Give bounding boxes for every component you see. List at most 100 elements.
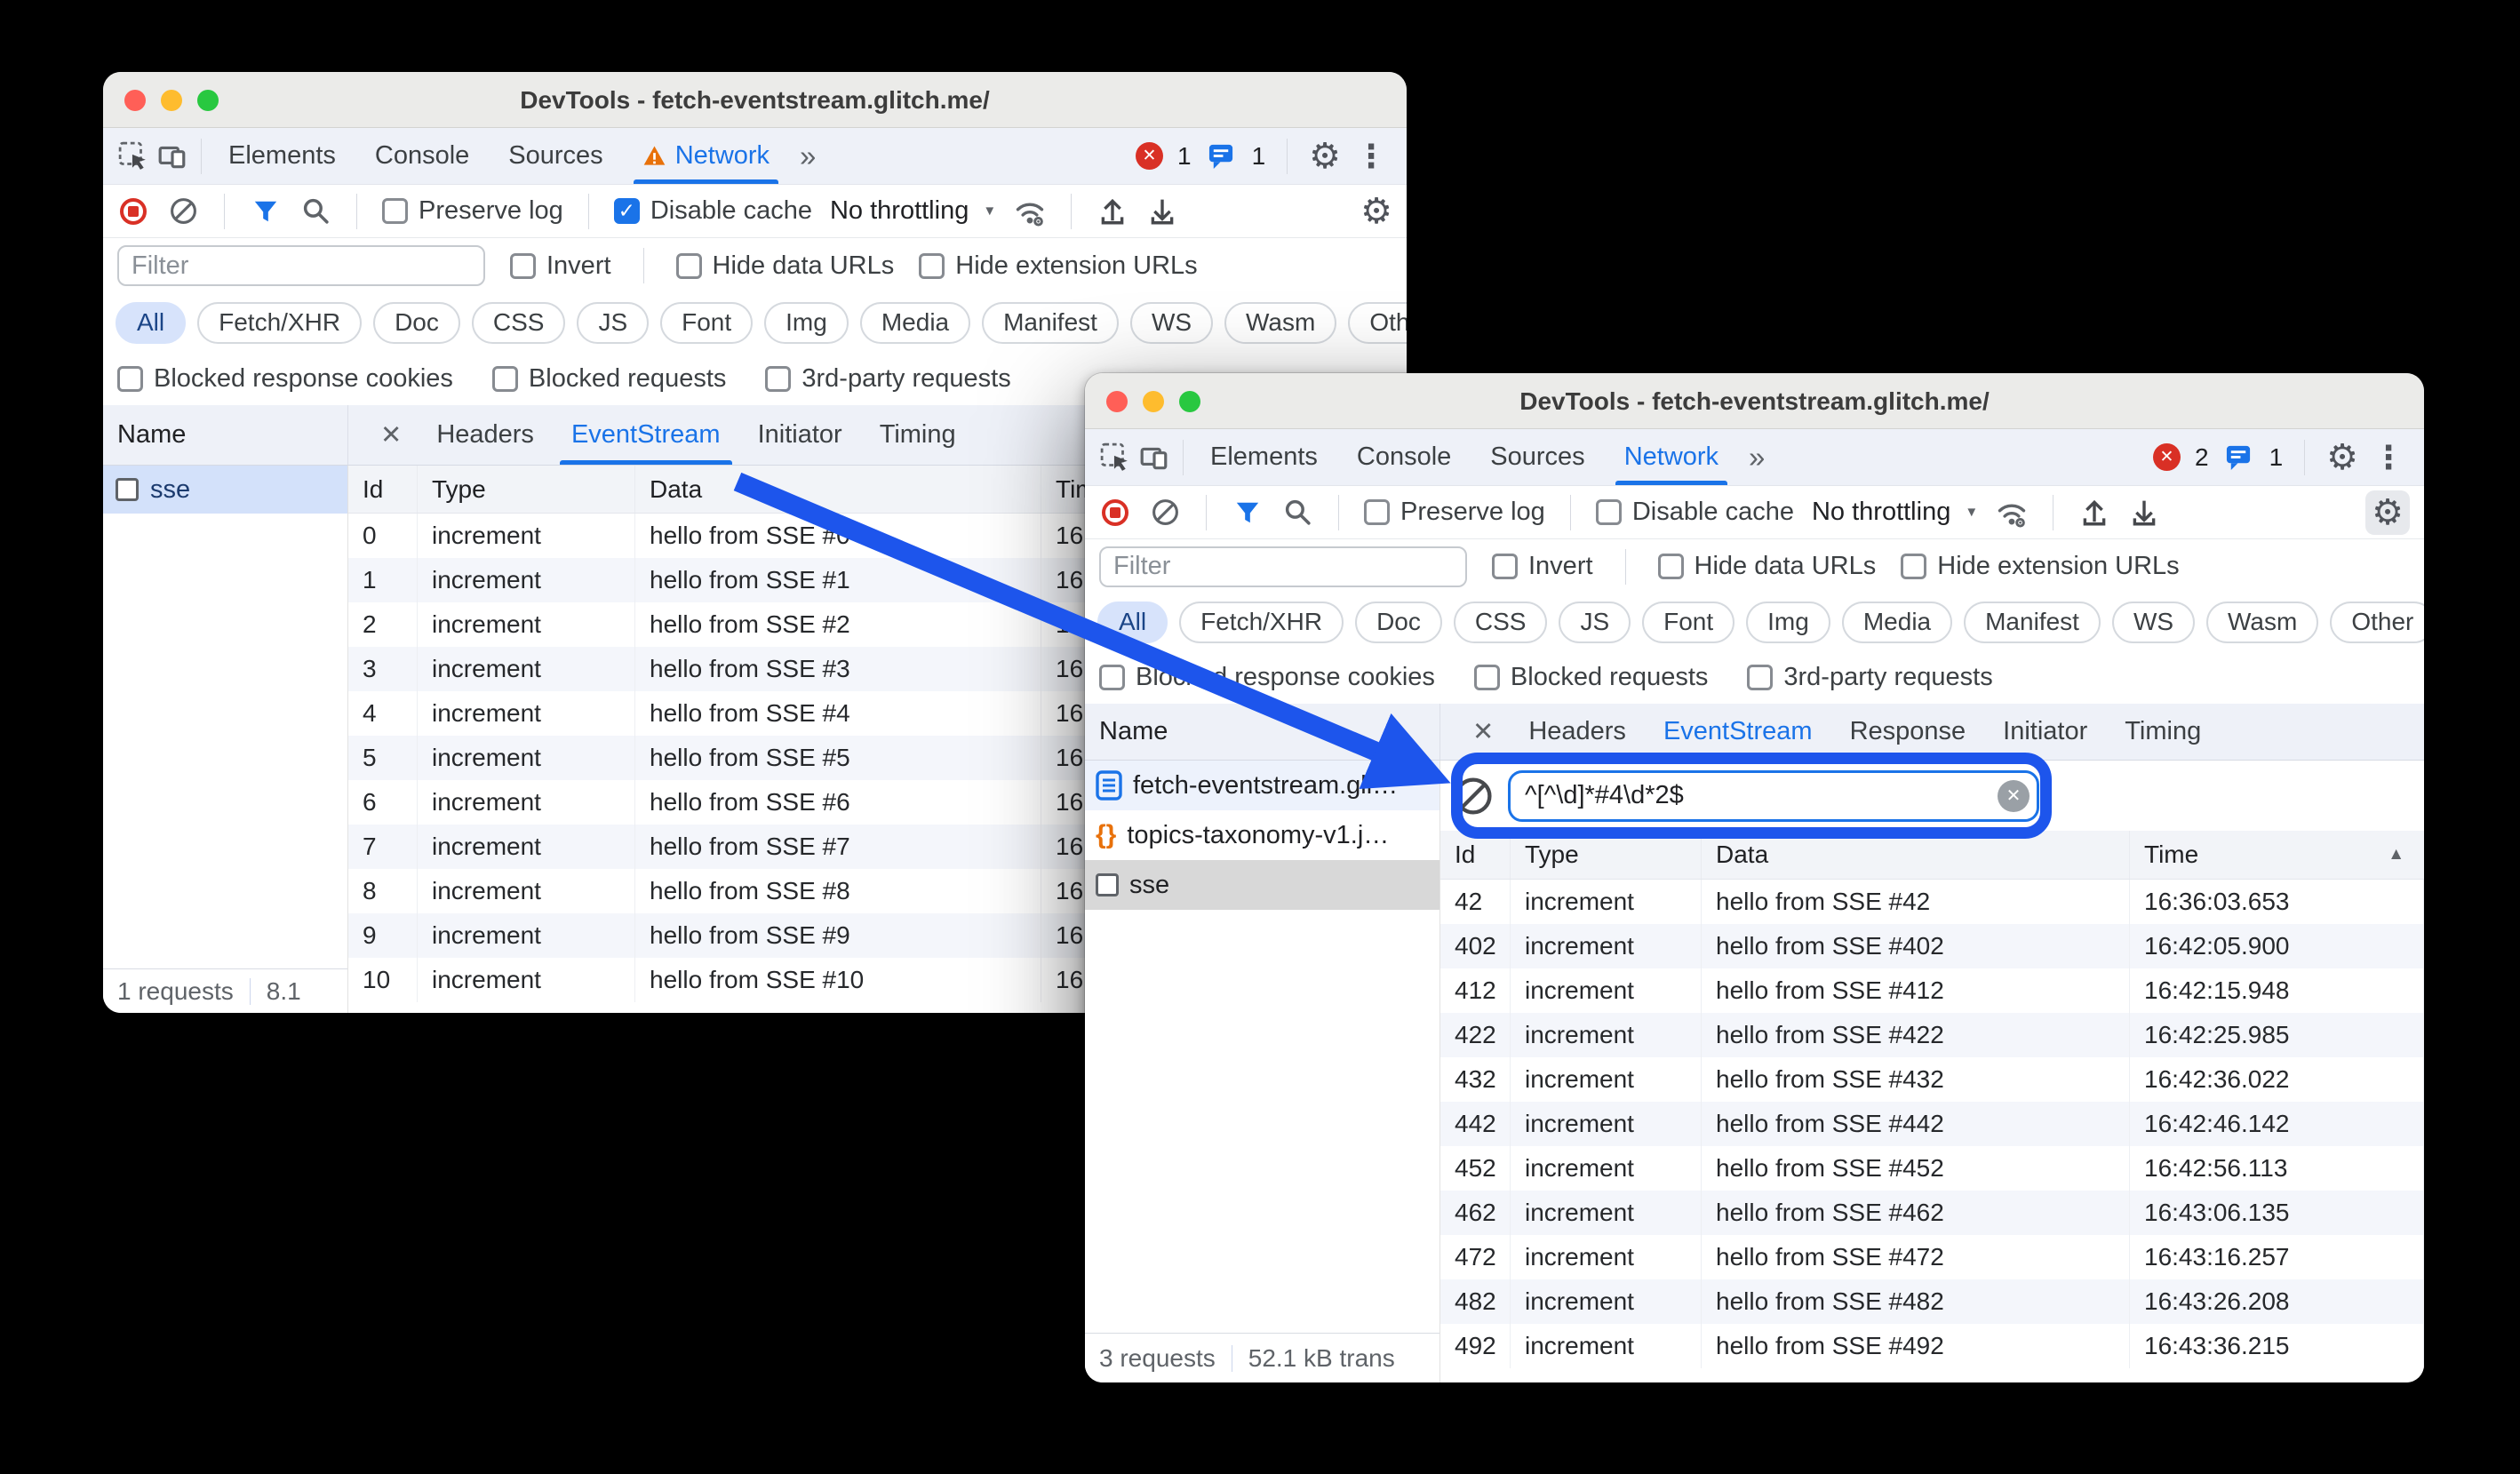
filter-chip[interactable]: Font (1642, 601, 1735, 643)
devtools-tab[interactable]: Console (1337, 429, 1471, 485)
request-row-document[interactable]: fetch-eventstream.gli… (1085, 761, 1439, 810)
filter-chip[interactable]: Wasm (1224, 301, 1337, 344)
inspect-element-icon[interactable] (1099, 442, 1131, 474)
filter-icon[interactable] (250, 195, 282, 227)
invert-checkbox[interactable]: Invert (510, 251, 611, 281)
filter-chip[interactable]: Other (1348, 301, 1407, 344)
search-icon[interactable] (1281, 497, 1313, 529)
detail-tab[interactable]: Headers (1510, 704, 1645, 760)
filter-chip[interactable]: Fetch/XHR (197, 301, 363, 344)
detail-tab[interactable]: Initiator (1984, 704, 2106, 760)
col-data[interactable]: Data (635, 466, 1041, 513)
blocked-filter-checkbox[interactable]: Blocked response cookies (117, 364, 453, 394)
block-icon[interactable] (1453, 776, 1494, 817)
filter-chip[interactable]: Media (859, 301, 971, 344)
devtools-tab[interactable]: Network (623, 128, 789, 184)
filter-chip[interactable]: Doc (373, 301, 460, 344)
clear-network-log-icon[interactable] (167, 195, 199, 227)
invert-checkbox[interactable]: Invert (1492, 552, 1593, 581)
eventstream-row[interactable]: 422 increment hello from SSE #422 16:42:… (1440, 1013, 2424, 1057)
search-icon[interactable] (299, 195, 331, 227)
network-conditions-icon[interactable] (1996, 497, 2028, 529)
col-id[interactable]: Id (348, 466, 418, 513)
col-id[interactable]: Id (1440, 831, 1511, 879)
filter-chip[interactable]: Img (1746, 601, 1830, 643)
eventstream-row[interactable]: 462 increment hello from SSE #462 16:43:… (1440, 1191, 2424, 1235)
filter-input[interactable] (1099, 546, 1467, 587)
throttling-select[interactable]: No throttling ▼ (830, 196, 996, 226)
issues-icon[interactable] (1206, 140, 1238, 172)
filter-chip[interactable]: WS (2111, 601, 2196, 643)
detail-tab[interactable]: Timing (2106, 704, 2220, 760)
disable-cache-checkbox[interactable]: Disable cache (613, 196, 812, 226)
hide-extension-urls-checkbox[interactable]: Hide extension URLs (1901, 552, 2180, 581)
detail-tab[interactable]: Initiator (739, 405, 861, 465)
detail-tab[interactable]: Response (1831, 704, 1985, 760)
col-time[interactable]: Time ▲ (2130, 831, 2424, 879)
blocked-filter-checkbox[interactable]: 3rd-party requests (1747, 663, 1993, 692)
hide-extension-urls-checkbox[interactable]: Hide extension URLs (919, 251, 1198, 281)
eventstream-row[interactable]: 482 increment hello from SSE #482 16:43:… (1440, 1279, 2424, 1324)
filter-chip[interactable]: Manifest (982, 301, 1119, 344)
filter-chip[interactable]: Other (2330, 601, 2424, 643)
devtools-tab[interactable]: Elements (1191, 429, 1337, 485)
close-detail-icon[interactable]: ✕ (1456, 704, 1510, 760)
issues-icon[interactable] (2223, 442, 2255, 474)
detail-tab[interactable]: EventStream (1645, 704, 1831, 760)
inspect-element-icon[interactable] (117, 140, 149, 172)
eventstream-row[interactable]: 42 increment hello from SSE #42 16:36:03… (1440, 880, 2424, 924)
filter-chip[interactable]: All (1097, 601, 1168, 643)
devtools-tab[interactable]: Network (1605, 429, 1738, 485)
request-row-sse[interactable]: sse (1085, 860, 1439, 910)
devtools-tab[interactable]: Console (355, 128, 489, 184)
settings-gear-icon[interactable]: ⚙ (1309, 139, 1341, 174)
more-options-icon[interactable]: ⋮ (1355, 139, 1387, 172)
device-toolbar-icon[interactable] (156, 140, 188, 172)
filter-chip[interactable]: CSS (1453, 601, 1548, 643)
filter-chip[interactable]: WS (1129, 301, 1214, 344)
blocked-filter-checkbox[interactable]: Blocked response cookies (1099, 663, 1435, 692)
detail-tab[interactable]: Headers (418, 405, 553, 465)
blocked-filter-checkbox[interactable]: Blocked requests (1473, 663, 1708, 692)
devtools-tab[interactable]: » (789, 128, 826, 184)
record-network-log-icon[interactable] (117, 195, 149, 227)
export-har-icon[interactable] (2128, 497, 2160, 529)
filter-chip[interactable]: Wasm (2206, 601, 2319, 643)
record-network-log-icon[interactable] (1099, 497, 1131, 529)
titlebar[interactable]: DevTools - fetch-eventstream.glitch.me/ (103, 72, 1407, 128)
name-column-header[interactable]: Name (103, 405, 348, 465)
detail-tab[interactable]: EventStream (553, 405, 739, 465)
filter-chip[interactable]: JS (1559, 601, 1631, 643)
clear-filter-icon[interactable]: ✕ (1998, 779, 2030, 812)
export-har-icon[interactable] (1146, 195, 1178, 227)
filter-chip[interactable]: CSS (471, 301, 566, 344)
filter-chip[interactable]: Doc (1355, 601, 1442, 643)
hide-data-urls-checkbox[interactable]: Hide data URLs (675, 251, 894, 281)
eventstream-regex-filter-input[interactable] (1508, 769, 2039, 822)
blocked-filter-checkbox[interactable]: Blocked requests (491, 364, 726, 394)
devtools-tab[interactable]: » (1738, 429, 1775, 485)
filter-chip[interactable]: Manifest (1964, 601, 2101, 643)
import-har-icon[interactable] (2078, 497, 2110, 529)
filter-chip[interactable]: Img (764, 301, 849, 344)
close-detail-icon[interactable]: ✕ (364, 405, 418, 465)
network-conditions-icon[interactable] (1014, 195, 1046, 227)
blocked-filter-checkbox[interactable]: 3rd-party requests (765, 364, 1011, 394)
request-row-sse[interactable]: sse (103, 466, 347, 514)
titlebar[interactable]: DevTools - fetch-eventstream.glitch.me/ (1085, 373, 2424, 429)
eventstream-row[interactable]: 472 increment hello from SSE #472 16:43:… (1440, 1235, 2424, 1279)
filter-chip[interactable]: Font (660, 301, 754, 344)
filter-icon[interactable] (1232, 497, 1264, 529)
network-settings-gear-icon[interactable]: ⚙ (1360, 194, 1392, 229)
col-data[interactable]: Data (1702, 831, 2130, 879)
devtools-tab[interactable]: Sources (489, 128, 622, 184)
eventstream-row[interactable]: 402 increment hello from SSE #402 16:42:… (1440, 924, 2424, 968)
settings-gear-icon[interactable]: ⚙ (2326, 440, 2358, 475)
network-settings-gear-icon[interactable]: ⚙ (2365, 490, 2410, 535)
devtools-tab[interactable]: Elements (209, 128, 355, 184)
eventstream-row[interactable]: 452 increment hello from SSE #452 16:42:… (1440, 1146, 2424, 1191)
more-options-icon[interactable]: ⋮ (2372, 441, 2404, 474)
request-checkbox[interactable] (116, 478, 139, 501)
devtools-tab[interactable]: Sources (1471, 429, 1604, 485)
request-checkbox[interactable] (1096, 873, 1119, 896)
